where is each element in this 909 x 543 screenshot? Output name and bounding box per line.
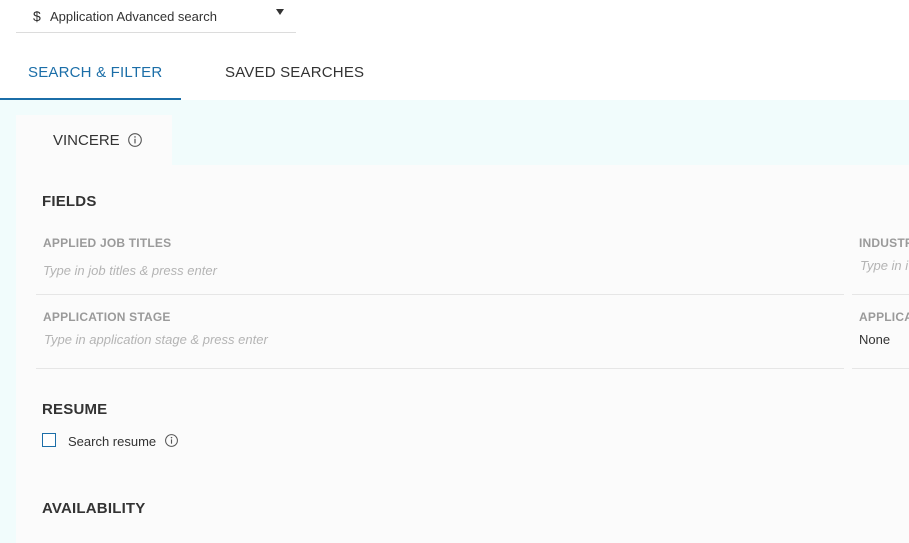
applied-job-titles-input[interactable]: Type in job titles & press enter [43,263,217,278]
search-type-dropdown[interactable]: $ Application Advanced search [16,0,296,33]
filter-content [16,165,909,543]
applied-job-titles-label: APPLIED JOB TITLES [43,236,172,250]
divider [852,294,909,295]
section-title-resume: RESUME [42,401,108,418]
application-stage-input[interactable]: Type in application stage & press enter [44,332,268,347]
search-resume-checkbox[interactable] [42,433,56,447]
subtab-vincere[interactable]: VINCERE [16,115,172,165]
application-stage-label: APPLICATION STAGE [43,310,171,324]
divider [852,368,909,369]
industry-input[interactable]: Type in i [860,258,908,273]
application-right-label: APPLICA [859,310,909,324]
caret-down-icon[interactable] [276,9,284,15]
tab-bar: SEARCH & FILTER SAVED SEARCHES [0,50,909,100]
section-title-availability: AVAILABILITY [42,500,146,517]
info-icon[interactable] [164,433,179,453]
divider [36,294,844,295]
dollar-icon: $ [33,8,41,24]
divider [36,368,844,369]
tab-search-filter[interactable]: SEARCH & FILTER [28,64,162,81]
subtab-label: VINCERE [53,132,120,149]
tab-saved-searches[interactable]: SAVED SEARCHES [225,64,364,81]
section-title-fields: FIELDS [42,193,97,210]
search-resume-label[interactable]: Search resume [68,434,156,449]
info-icon[interactable] [127,132,143,153]
application-right-value[interactable]: None [859,332,890,347]
industry-label: INDUSTR [859,236,909,250]
search-type-label: Application Advanced search [50,9,217,24]
